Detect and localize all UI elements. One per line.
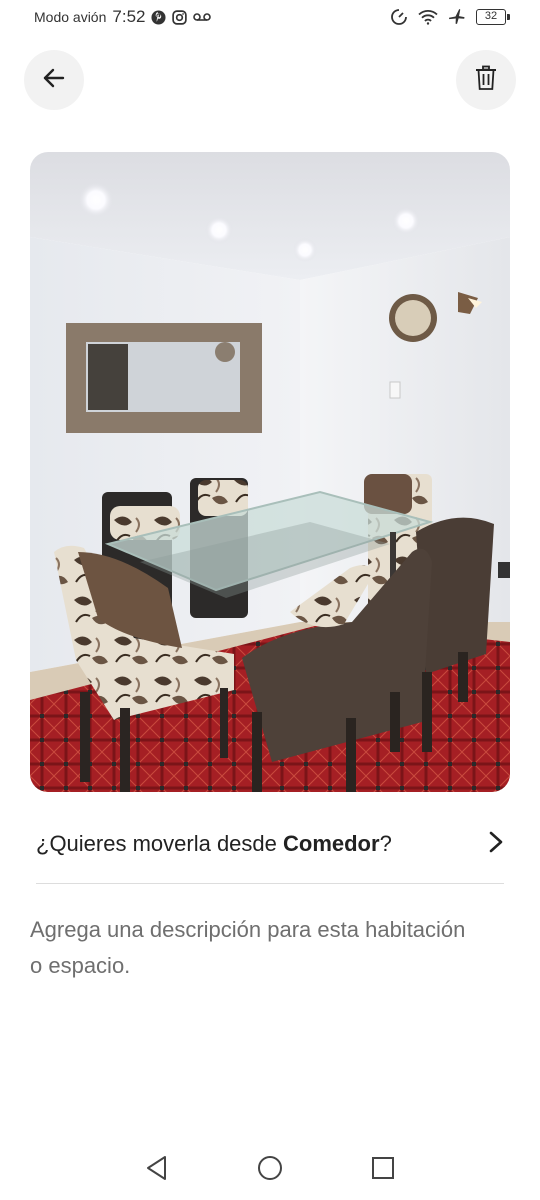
wifi-icon [418,9,438,25]
pinterest-icon [151,9,167,25]
move-room-prefix: ¿Quieres moverla desde [36,831,283,856]
description-input[interactable]: Agrega una descripción para esta habitac… [30,912,480,984]
instagram-icon [172,9,188,25]
move-room-row[interactable]: ¿Quieres moverla desde Comedor? [36,818,504,870]
status-bar: Modo avión 7:52 32 [0,0,540,34]
status-left: Modo avión 7:52 [34,7,212,27]
data-saver-icon [390,8,408,26]
move-room-text: ¿Quieres moverla desde Comedor? [36,831,392,857]
delete-button[interactable] [456,50,516,110]
nav-home-button[interactable] [245,1145,295,1195]
clock: 7:52 [112,7,146,26]
recents-square-icon [371,1156,395,1185]
home-circle-icon [257,1155,283,1186]
nav-back-button[interactable] [132,1145,182,1195]
chevron-right-icon [488,831,504,858]
system-nav-bar [0,1140,540,1200]
back-button[interactable] [24,50,84,110]
move-room-suffix: ? [379,831,392,856]
current-room-name: Comedor [283,831,380,856]
dining-room-image [30,152,510,792]
airplane-icon [448,8,466,26]
arrow-left-icon [41,65,67,96]
voicemail-icon [193,12,212,22]
airplane-mode-label: Modo avión [34,9,107,25]
nav-recents-button[interactable] [358,1145,408,1195]
room-photo[interactable] [30,152,510,792]
trash-icon [474,65,498,96]
back-triangle-icon [145,1155,169,1186]
battery-icon: 32 [476,9,510,25]
status-right: 32 [390,8,510,26]
divider [36,883,504,884]
